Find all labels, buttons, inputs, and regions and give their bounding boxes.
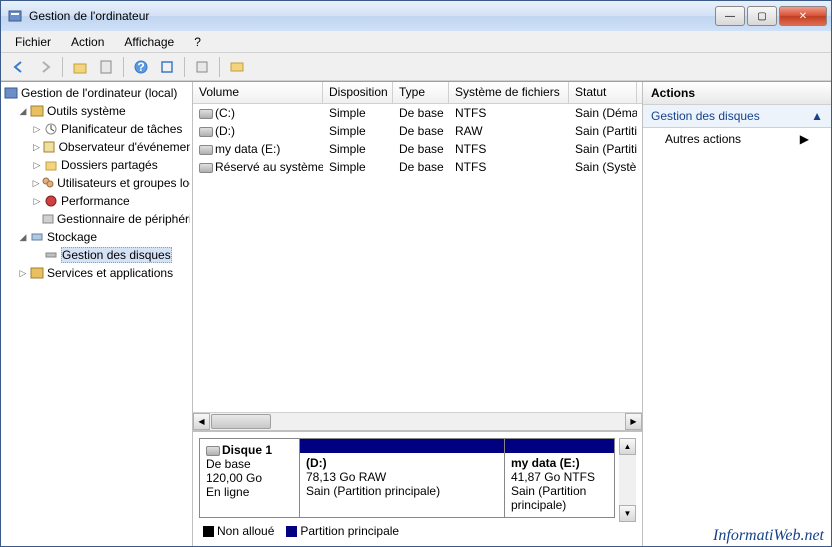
partition-bar bbox=[505, 439, 614, 453]
list-item[interactable]: Réservé au systèmeSimpleDe baseNTFSSain … bbox=[193, 158, 642, 176]
scroll-up-button[interactable]: ▲ bbox=[619, 438, 636, 455]
tree-task-scheduler[interactable]: ▷Planificateur de tâches bbox=[3, 120, 190, 138]
maximize-button[interactable]: ▢ bbox=[747, 6, 777, 26]
drive-icon bbox=[199, 127, 213, 137]
tree-disk-management[interactable]: Gestion des disques bbox=[3, 246, 190, 264]
forward-button[interactable] bbox=[33, 55, 57, 79]
disk-info: Disque 1 De base 120,00 Go En ligne bbox=[200, 439, 300, 517]
collapse-icon: ▲ bbox=[811, 109, 823, 123]
back-button[interactable] bbox=[7, 55, 31, 79]
properties-button[interactable] bbox=[94, 55, 118, 79]
minimize-button[interactable]: — bbox=[715, 6, 745, 26]
partition[interactable]: (D:) 78,13 Go RAW Sain (Partition princi… bbox=[300, 439, 505, 517]
toolbar: ? bbox=[1, 53, 831, 81]
tree-device-manager[interactable]: Gestionnaire de périphériques bbox=[3, 210, 190, 228]
actions-header: Actions bbox=[643, 82, 831, 105]
close-button[interactable]: ✕ bbox=[779, 6, 827, 26]
tree-root[interactable]: Gestion de l'ordinateur (local) bbox=[3, 84, 190, 102]
content: Gestion de l'ordinateur (local) ◢Outils … bbox=[1, 81, 831, 546]
menu-action[interactable]: Action bbox=[63, 33, 112, 51]
list-body: (C:)SimpleDe baseNTFSSain (Démarrage) (D… bbox=[193, 104, 642, 412]
list-item[interactable]: (C:)SimpleDe baseNTFSSain (Démarrage) bbox=[193, 104, 642, 122]
col-type[interactable]: Type bbox=[393, 82, 449, 103]
col-filesystem[interactable]: Système de fichiers bbox=[449, 82, 569, 103]
vertical-scrollbar[interactable]: ▲ ▼ bbox=[619, 438, 636, 522]
volume-list: Volume Disposition Type Système de fichi… bbox=[193, 82, 642, 430]
disk-row[interactable]: Disque 1 De base 120,00 Go En ligne (D:)… bbox=[199, 438, 615, 518]
legend-primary-partition: Partition principale bbox=[286, 524, 399, 538]
scroll-right-button[interactable]: ▶ bbox=[625, 413, 642, 430]
scroll-down-button[interactable]: ▼ bbox=[619, 505, 636, 522]
window-controls: — ▢ ✕ bbox=[715, 6, 827, 26]
tree-performance[interactable]: ▷Performance bbox=[3, 192, 190, 210]
up-button[interactable] bbox=[68, 55, 92, 79]
chevron-right-icon: ▶ bbox=[800, 132, 809, 146]
disk-icon bbox=[206, 446, 220, 456]
drive-icon bbox=[199, 163, 213, 173]
refresh-button[interactable] bbox=[155, 55, 179, 79]
tree-event-viewer[interactable]: ▷Observateur d'événements bbox=[3, 138, 190, 156]
actions-other[interactable]: Autres actions▶ bbox=[643, 128, 831, 150]
menu-view[interactable]: Affichage bbox=[116, 33, 182, 51]
horizontal-scrollbar[interactable]: ◀ ▶ bbox=[193, 412, 642, 430]
list-item[interactable]: (D:)SimpleDe baseRAWSain (Partition) bbox=[193, 122, 642, 140]
help-button[interactable]: ? bbox=[129, 55, 153, 79]
actions-pane: Actions Gestion des disques▲ Autres acti… bbox=[643, 82, 831, 546]
tool-btn-b[interactable] bbox=[225, 55, 249, 79]
scroll-left-button[interactable]: ◀ bbox=[193, 413, 210, 430]
window-title: Gestion de l'ordinateur bbox=[27, 9, 715, 23]
legend: Non alloué Partition principale bbox=[199, 522, 636, 540]
watermark: InformatiWeb.net bbox=[713, 527, 824, 545]
drive-icon bbox=[199, 109, 213, 119]
drive-icon bbox=[199, 145, 213, 155]
tree-local-users[interactable]: ▷Utilisateurs et groupes locaux bbox=[3, 174, 190, 192]
legend-unallocated: Non alloué bbox=[203, 524, 274, 538]
menu-file[interactable]: Fichier bbox=[7, 33, 59, 51]
window: Gestion de l'ordinateur — ▢ ✕ Fichier Ac… bbox=[0, 0, 832, 547]
tree-services[interactable]: ▷Services et applications bbox=[3, 264, 190, 282]
tree-pane[interactable]: Gestion de l'ordinateur (local) ◢Outils … bbox=[1, 82, 193, 546]
titlebar[interactable]: Gestion de l'ordinateur — ▢ ✕ bbox=[1, 1, 831, 31]
center-pane: Volume Disposition Type Système de fichi… bbox=[193, 82, 643, 546]
partition-info: (D:) 78,13 Go RAW Sain (Partition princi… bbox=[300, 453, 504, 517]
tree-system-tools[interactable]: ◢Outils système bbox=[3, 102, 190, 120]
col-volume[interactable]: Volume bbox=[193, 82, 323, 103]
app-icon bbox=[7, 8, 23, 24]
actions-group[interactable]: Gestion des disques▲ bbox=[643, 105, 831, 128]
menu-help[interactable]: ? bbox=[186, 33, 209, 51]
list-header[interactable]: Volume Disposition Type Système de fichi… bbox=[193, 82, 642, 104]
tree-shared-folders[interactable]: ▷Dossiers partagés bbox=[3, 156, 190, 174]
scroll-thumb[interactable] bbox=[211, 414, 271, 429]
partition-info: my data (E:) 41,87 Go NTFS Sain (Partiti… bbox=[505, 453, 614, 517]
partition-bar bbox=[300, 439, 504, 453]
tool-btn-a[interactable] bbox=[190, 55, 214, 79]
tree-storage[interactable]: ◢Stockage bbox=[3, 228, 190, 246]
col-disposition[interactable]: Disposition bbox=[323, 82, 393, 103]
menubar: Fichier Action Affichage ? bbox=[1, 31, 831, 53]
disk-graphical-view: Disque 1 De base 120,00 Go En ligne (D:)… bbox=[193, 430, 642, 546]
partition[interactable]: my data (E:) 41,87 Go NTFS Sain (Partiti… bbox=[505, 439, 614, 517]
svg-text:?: ? bbox=[137, 60, 144, 74]
list-item[interactable]: my data (E:)SimpleDe baseNTFSSain (Parti… bbox=[193, 140, 642, 158]
col-status[interactable]: Statut bbox=[569, 82, 637, 103]
